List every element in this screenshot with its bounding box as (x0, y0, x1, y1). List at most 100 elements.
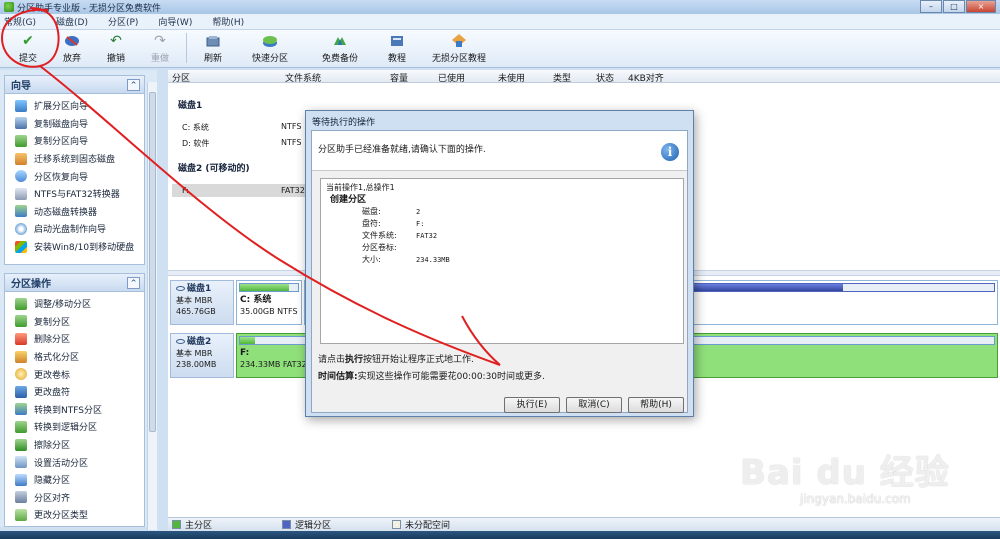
lossless-tutorial-button[interactable]: 无损分区教程 (419, 30, 499, 66)
col-unused[interactable]: 未使用 (498, 71, 525, 84)
tutorial-button[interactable]: 教程 (375, 30, 419, 66)
cancel-button[interactable]: 取消(C) (566, 397, 622, 413)
wizard-item-migrate-os[interactable]: 迁移系统到固态磁盘 (5, 150, 144, 168)
op-copy[interactable]: 复制分区 (5, 313, 144, 331)
op-change-type[interactable]: 更改分区类型 (5, 506, 144, 524)
undo-button[interactable]: ↶ 撤销 (94, 30, 138, 66)
sidebar-scrollbar[interactable] (147, 82, 157, 530)
dynamic-disk-icon (15, 205, 27, 218)
minimize-button[interactable]: – (920, 0, 942, 13)
wizard-item-win-to-go[interactable]: 安装Win8/10到移动硬盘 (5, 238, 144, 256)
convert-ntfs-icon (15, 403, 27, 416)
wizard-item-extend[interactable]: 扩展分区向导 (5, 97, 144, 115)
extend-partition-icon (15, 99, 27, 112)
time-estimate: 时间估算:实现这些操作可能需要花00:00:30时间或更多. (318, 372, 545, 382)
legend-primary: 主分区 (168, 518, 278, 531)
backup-icon (332, 33, 348, 49)
disk1-label: 磁盘1 (178, 101, 203, 111)
hide-icon (15, 473, 27, 486)
table-row[interactable]: D: 软件 (182, 138, 209, 149)
delete-icon (15, 332, 27, 345)
col-status[interactable]: 状态 (596, 71, 614, 84)
menu-general[interactable]: 常规(G) (4, 15, 36, 28)
table-row[interactable]: C: 系统 (182, 122, 209, 133)
legend-unallocated: 未分配空间 (388, 518, 498, 531)
wizard-item-boot-cd[interactable]: 启动光盘制作向导 (5, 220, 144, 238)
copy-icon (15, 315, 27, 328)
usage-bar (240, 284, 290, 291)
col-filesystem[interactable]: 文件系统 (285, 71, 321, 84)
wizard-item-copy-disk[interactable]: 复制磁盘向导 (5, 115, 144, 133)
discard-button[interactable]: 放弃 (50, 30, 94, 66)
op-wipe[interactable]: 擦除分区 (5, 436, 144, 454)
op-delete[interactable]: 删除分区 (5, 330, 144, 348)
partition-ops-list: 调整/移动分区 复制分区 删除分区 格式化分区 更改卷标 更改盘符 转换到NTF… (5, 292, 144, 524)
wizard-item-copy-partition[interactable]: 复制分区向导 (5, 132, 144, 150)
dialog-title: 等待执行的操作 (312, 118, 376, 128)
disk2-label: 磁盘2 (可移动的) (178, 164, 250, 174)
legend-swatch (282, 520, 291, 529)
op-set-active[interactable]: 设置活动分区 (5, 453, 144, 471)
partition-c[interactable]: C: 系统 35.00GB NTFS (236, 280, 302, 325)
operations-list[interactable]: 当前操作1,总操作1 创建分区 磁盘: 2 盘符: F: 文件系统: FAT32 分区… (320, 178, 684, 344)
convert-logical-icon (15, 420, 27, 433)
redo-button[interactable]: ↷ 重做 (138, 30, 182, 66)
disk-icon (176, 339, 185, 344)
wizard-item-dynamic-disk[interactable]: 动态磁盘转换器 (5, 203, 144, 221)
col-partition[interactable]: 分区 (172, 71, 190, 84)
menu-partition[interactable]: 分区(P) (108, 15, 138, 28)
col-4k-align[interactable]: 4KB对齐 (628, 71, 664, 84)
copy-disk-icon (15, 117, 27, 130)
op-resize[interactable]: 调整/移动分区 (5, 295, 144, 313)
close-button[interactable]: × (966, 0, 996, 13)
title-bar: 分区助手专业版 - 无损分区免费软件 – □ × (0, 0, 1000, 14)
current-operation: 当前操作1,总操作1 (326, 183, 395, 192)
free-backup-button[interactable]: 免费备份 (305, 30, 375, 66)
op-align[interactable]: 分区对齐 (5, 489, 144, 507)
menu-wizard[interactable]: 向导(W) (158, 15, 192, 28)
op-hide[interactable]: 隐藏分区 (5, 471, 144, 489)
ops-collapse-button[interactable]: ^ (127, 276, 140, 289)
active-icon (15, 456, 27, 469)
col-used[interactable]: 已使用 (438, 71, 465, 84)
menu-help[interactable]: 帮助(H) (212, 15, 244, 28)
drive-letter-icon (15, 385, 27, 398)
scrollbar-thumb[interactable] (149, 92, 156, 432)
wizard-collapse-button[interactable]: ^ (127, 78, 140, 91)
refresh-button[interactable]: 刷新 (191, 30, 235, 66)
maximize-button[interactable]: □ (943, 0, 965, 13)
wizard-item-recovery[interactable]: 分区恢复向导 (5, 167, 144, 185)
table-cell-fs: FAT32 (281, 186, 305, 195)
op-drive-letter[interactable]: 更改盘符 (5, 383, 144, 401)
disk1-map-label[interactable]: 磁盘1 基本 MBR 465.76GB (170, 280, 234, 325)
watermark-url: jingyan.baidu.com (800, 492, 911, 506)
tutorial-icon (451, 33, 467, 49)
windows-icon (15, 240, 27, 253)
help-button[interactable]: 帮助(H) (628, 397, 684, 413)
recovery-icon (15, 170, 27, 183)
execute-button[interactable]: 执行(E) (504, 397, 560, 413)
op-label[interactable]: 更改卷标 (5, 365, 144, 383)
col-type[interactable]: 类型 (553, 71, 571, 84)
wizard-panel: 向导 ^ 扩展分区向导 复制磁盘向导 复制分区向导 迁移系统到固态磁盘 分区恢复… (4, 75, 145, 265)
quick-partition-icon (262, 33, 278, 49)
disk2-map-label[interactable]: 磁盘2 基本 MBR 238.00MB (170, 333, 234, 378)
check-icon: ✔ (22, 33, 34, 49)
legend-bar: 主分区 逻辑分区 未分配空间 (168, 517, 1000, 531)
taskbar (0, 531, 1000, 539)
wizard-item-ntfs-fat32[interactable]: NTFS与FAT32转换器 (5, 185, 144, 203)
op-to-logical[interactable]: 转换到逻辑分区 (5, 418, 144, 436)
table-cell-fs: NTFS (281, 138, 302, 147)
dialog-instruction: 请点击执行按钮开始让程序正式地工作. (318, 355, 474, 365)
partition-table-header: 分区 文件系统 容量 已使用 未使用 类型 状态 4KB对齐 (168, 70, 1000, 84)
wipe-icon (15, 438, 27, 451)
toolbar: ✔ 提交 放弃 ↶ 撤销 ↷ 重做 刷新 快速分区 免费备份 教程 无损分区教程 (0, 30, 1000, 68)
op-to-ntfs[interactable]: 转换到NTFS分区 (5, 401, 144, 419)
op-format[interactable]: 格式化分区 (5, 348, 144, 366)
quick-partition-button[interactable]: 快速分区 (235, 30, 305, 66)
toolbar-separator (186, 33, 187, 63)
menu-disk[interactable]: 磁盘(D) (56, 15, 88, 28)
submit-button[interactable]: ✔ 提交 (6, 30, 50, 66)
disk-icon (176, 286, 185, 291)
col-capacity[interactable]: 容量 (390, 71, 408, 84)
